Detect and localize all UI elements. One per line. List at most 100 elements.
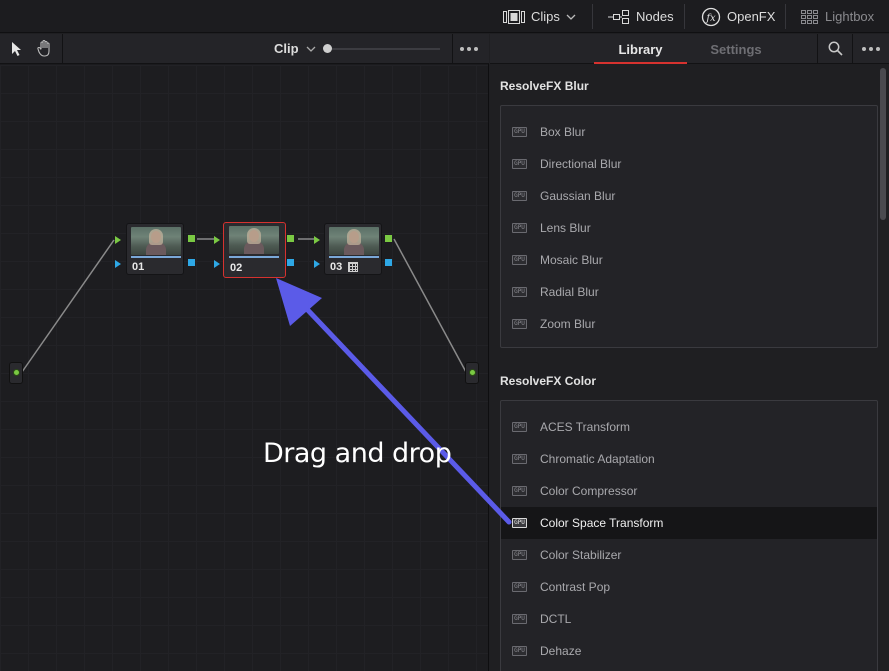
chevron-down-icon <box>306 46 316 52</box>
more-options-icon[interactable] <box>862 47 880 51</box>
nodes-button[interactable]: Nodes <box>608 0 674 33</box>
nodes-label: Nodes <box>636 9 674 24</box>
fx-item-label: Dehaze <box>540 644 582 658</box>
node-01-key-output[interactable] <box>188 259 195 266</box>
section-list-color: GPU ACES Transform GPU Chromatic Adaptatio… <box>500 400 878 671</box>
clips-icon <box>503 9 525 24</box>
openfx-library-panel: Library Settings ResolveFX Blur GPU Box B… <box>490 34 889 671</box>
more-options-icon[interactable] <box>460 47 478 51</box>
toolbar-divider <box>817 34 818 64</box>
node-thumbnail <box>329 227 379 255</box>
output-endpoint[interactable] <box>465 362 479 384</box>
tab-settings-label: Settings <box>710 41 762 57</box>
tab-library[interactable]: Library <box>594 34 687 64</box>
pointer-icon[interactable] <box>11 41 23 57</box>
fx-item[interactable]: GPU Dehaze <box>501 635 877 667</box>
node-03-rgb-input[interactable] <box>314 236 320 244</box>
library-scrollbar[interactable] <box>880 68 886 220</box>
svg-text:fx: fx <box>705 13 716 24</box>
node-02-rgb-output[interactable] <box>287 235 294 242</box>
gpu-icon: GPU <box>512 582 527 592</box>
fx-item-label: Zoom Blur <box>540 317 596 331</box>
node-03-rgb-output[interactable] <box>385 235 392 242</box>
zoom-slider-handle[interactable] <box>323 44 332 53</box>
node-03-key-input[interactable] <box>314 260 320 268</box>
gpu-icon: GPU <box>512 646 527 656</box>
fx-item[interactable]: GPU Lens Blur <box>501 212 877 244</box>
toolbar-divider <box>62 34 63 64</box>
clip-mode-label: Clip <box>274 41 299 56</box>
gpu-icon: GPU <box>512 287 527 297</box>
chevron-down-icon <box>566 14 576 20</box>
hand-icon[interactable] <box>37 40 53 57</box>
fx-item-label: Lens Blur <box>540 221 591 235</box>
fx-item[interactable]: GPU Gaussian Blur <box>501 180 877 212</box>
fx-item[interactable]: GPU Box Blur <box>501 116 877 148</box>
clips-label: Clips <box>531 9 560 24</box>
toolbar-divider <box>785 4 786 29</box>
node-thumbnail <box>131 227 181 255</box>
fx-item[interactable]: GPU Zoom Blur <box>501 308 877 340</box>
nodes-icon <box>608 9 629 24</box>
node-01-rgb-input[interactable] <box>115 236 121 244</box>
fx-item-label: Radial Blur <box>540 285 599 299</box>
fx-item-label: Chromatic Adaptation <box>540 452 655 466</box>
gpu-icon: GPU <box>512 614 527 624</box>
node-02-key-output[interactable] <box>287 259 294 266</box>
node-02-key-input[interactable] <box>214 260 220 268</box>
fx-item-label: Contrast Pop <box>540 580 611 594</box>
node-03[interactable]: 03 <box>324 223 382 275</box>
gpu-icon: GPU <box>512 191 527 201</box>
drag-and-drop-caption: Drag and drop <box>263 438 452 469</box>
tab-library-label: Library <box>618 41 663 57</box>
lightbox-icon <box>801 9 818 24</box>
fx-item-selected[interactable]: GPU Color Space Transform <box>501 507 877 539</box>
node-01-rgb-output[interactable] <box>188 235 195 242</box>
fx-item[interactable]: GPU Color Compressor <box>501 475 877 507</box>
lightbox-button[interactable]: Lightbox <box>801 0 874 33</box>
fx-item[interactable]: GPU Chromatic Adaptation <box>501 443 877 475</box>
zoom-slider-track[interactable] <box>328 48 440 50</box>
fx-item-label: Directional Blur <box>540 157 622 171</box>
clips-dropdown[interactable]: Clips <box>503 0 576 33</box>
fx-item[interactable]: GPU ACES Transform <box>501 411 877 443</box>
source-input-endpoint[interactable] <box>9 362 23 384</box>
node-editor-toolbar: Clip <box>0 34 489 64</box>
gpu-icon: GPU <box>512 127 527 137</box>
tab-settings[interactable]: Settings <box>690 34 782 64</box>
library-tabs: Library Settings <box>490 34 889 64</box>
node-02-rgb-input[interactable] <box>214 236 220 244</box>
section-title-blur: ResolveFX Blur <box>500 79 589 93</box>
toolbar-divider <box>852 34 853 64</box>
node-thumbnail <box>229 226 279 254</box>
node-bar <box>229 256 279 258</box>
fx-item[interactable]: GPU Directional Blur <box>501 148 877 180</box>
search-icon[interactable] <box>828 41 843 56</box>
fx-icon: fx <box>701 7 721 26</box>
fx-item[interactable]: GPU Mosaic Blur <box>501 244 877 276</box>
node-label: 02 <box>230 262 243 274</box>
node-03-key-output[interactable] <box>385 259 392 266</box>
gpu-icon: GPU <box>512 422 527 432</box>
node-01-key-input[interactable] <box>115 260 121 268</box>
gpu-icon: GPU <box>512 223 527 233</box>
fx-item[interactable]: GPU Color Stabilizer <box>501 539 877 571</box>
gpu-icon: GPU <box>512 486 527 496</box>
clip-mode-dropdown[interactable]: Clip <box>274 41 316 56</box>
node-01[interactable]: 01 <box>126 223 184 275</box>
section-list-blur: GPU Box Blur GPU Directional Blur GPU Gauss… <box>500 105 878 348</box>
openfx-button[interactable]: fx OpenFX <box>701 0 775 33</box>
fx-item-label: Color Compressor <box>540 484 638 498</box>
fx-item-label: Color Stabilizer <box>540 548 622 562</box>
node-bar <box>131 256 181 258</box>
node-graph-canvas[interactable]: 01 02 03 <box>0 65 488 671</box>
gpu-icon: GPU <box>512 550 527 560</box>
gpu-icon: GPU <box>512 454 527 464</box>
node-label: 01 <box>132 261 145 273</box>
node-02[interactable]: 02 <box>223 222 286 278</box>
fx-item[interactable]: GPU Contrast Pop <box>501 571 877 603</box>
fx-item[interactable]: GPU DCTL <box>501 603 877 635</box>
fx-item[interactable]: GPU Radial Blur <box>501 276 877 308</box>
gpu-icon: GPU <box>512 159 527 169</box>
toolbar-divider <box>684 4 685 29</box>
